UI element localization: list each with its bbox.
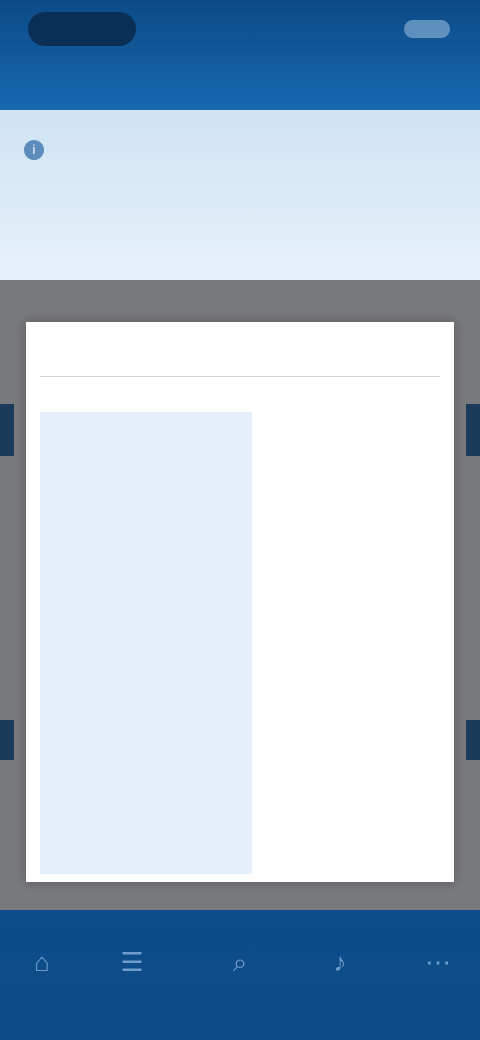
details-table — [40, 412, 440, 874]
table-row — [40, 412, 440, 478]
status-indicator — [404, 20, 450, 38]
bell-icon[interactable]: ♪ — [322, 944, 358, 980]
row-label — [40, 808, 252, 874]
list-icon[interactable]: ☰ — [114, 944, 150, 980]
card-divider — [40, 376, 440, 377]
status-pill — [28, 12, 136, 46]
row-label — [40, 610, 252, 676]
menu-icon[interactable]: ⋯ — [420, 944, 456, 980]
row-value — [252, 742, 440, 808]
row-value — [252, 544, 440, 610]
table-row — [40, 478, 440, 544]
row-value — [252, 412, 440, 478]
info-notice — [0, 110, 480, 280]
side-tab-right — [466, 404, 480, 456]
row-value — [252, 478, 440, 544]
row-label — [40, 412, 252, 478]
row-value — [252, 808, 440, 874]
info-icon: i — [24, 140, 44, 160]
details-card — [26, 322, 454, 882]
table-row — [40, 676, 440, 742]
row-value — [252, 676, 440, 742]
search-icon[interactable]: ⌕ — [222, 944, 258, 980]
side-tab-right-lower — [466, 720, 480, 760]
row-label — [40, 478, 252, 544]
table-row — [40, 544, 440, 610]
row-label — [40, 676, 252, 742]
table-row — [40, 808, 440, 874]
app-header — [0, 0, 480, 110]
table-row — [40, 742, 440, 808]
side-tab-left-lower — [0, 720, 14, 760]
row-label — [40, 742, 252, 808]
side-tab-left — [0, 404, 14, 456]
table-row — [40, 610, 440, 676]
home-icon[interactable]: ⌂ — [24, 944, 60, 980]
row-value — [252, 610, 440, 676]
row-label — [40, 544, 252, 610]
